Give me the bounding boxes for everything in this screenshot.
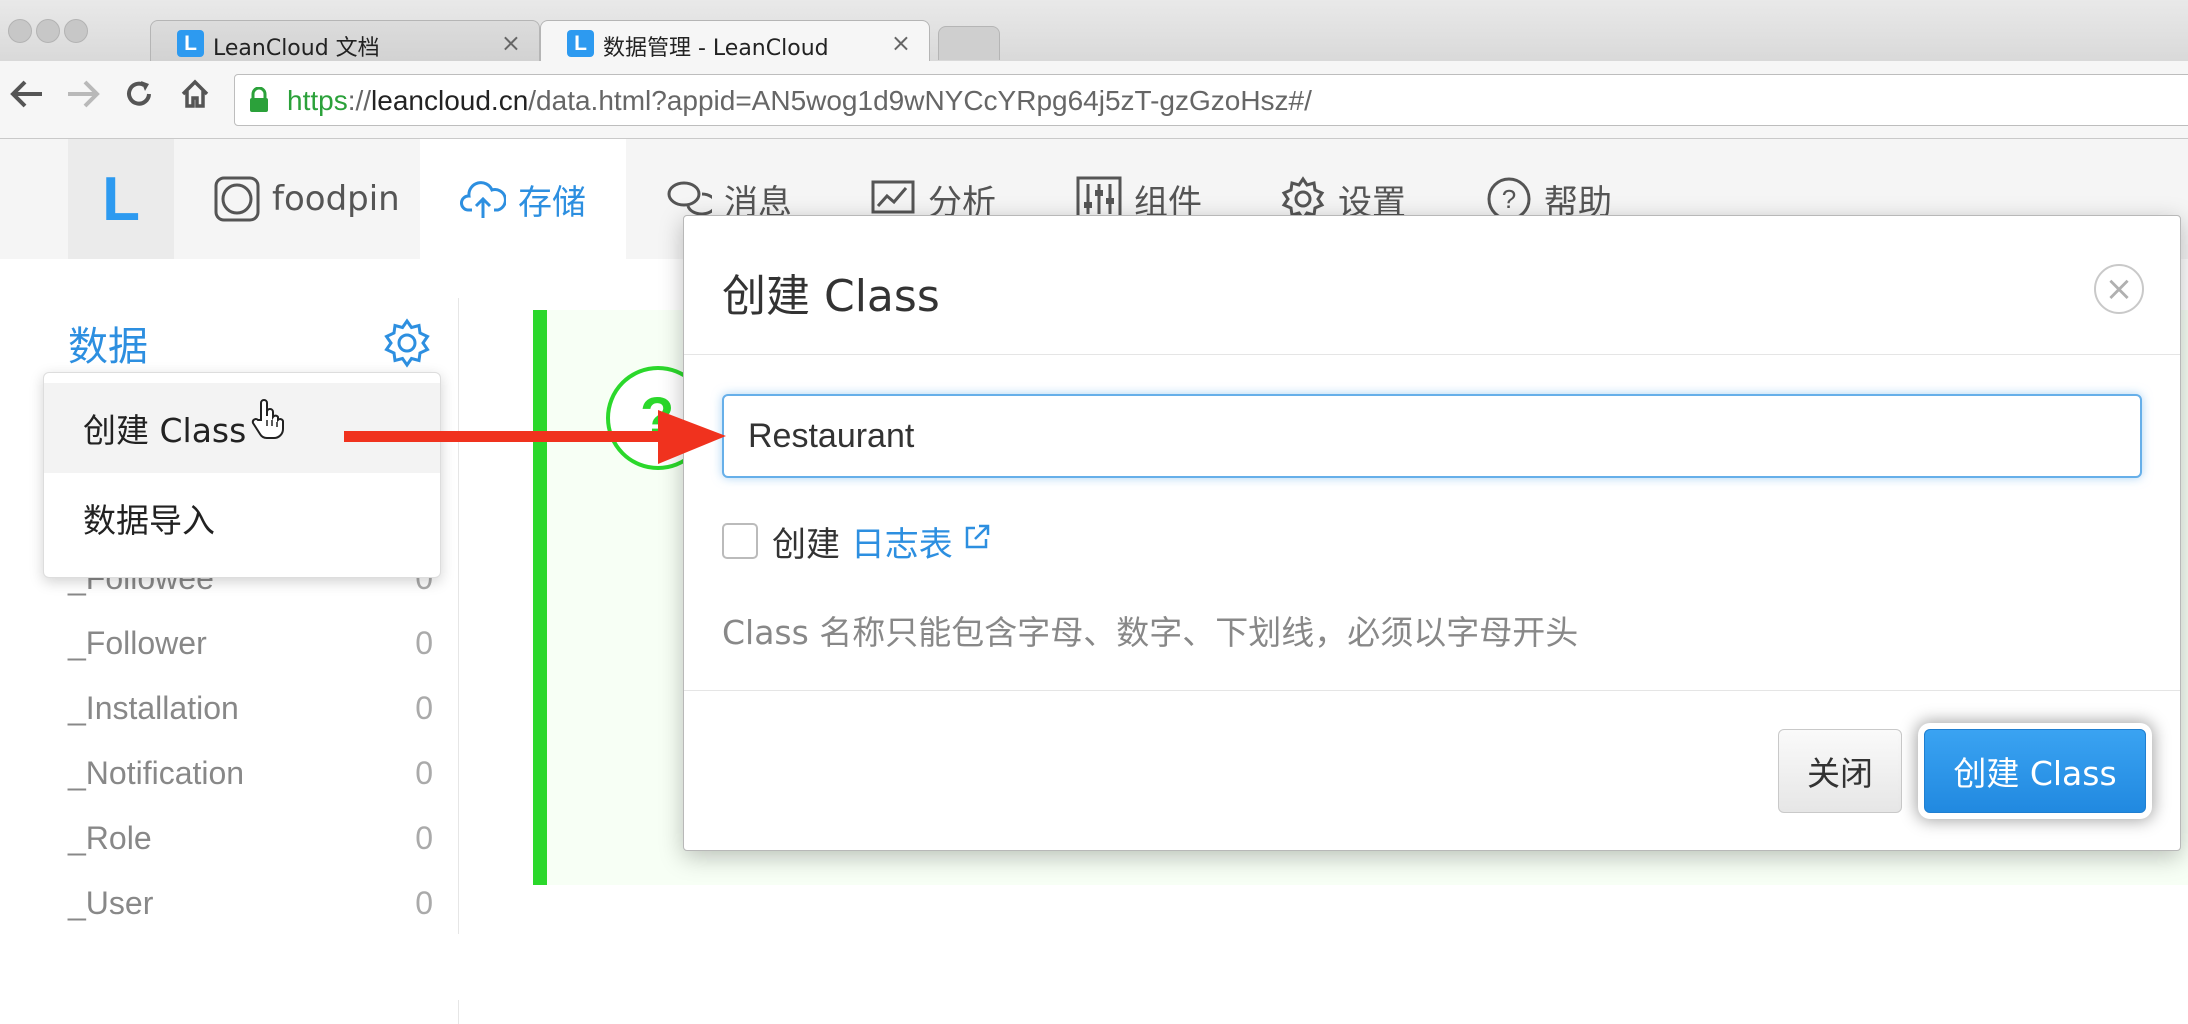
modal-footer-divider <box>684 690 2180 691</box>
reload-icon[interactable] <box>124 79 154 115</box>
class-count: 0 <box>415 755 433 791</box>
external-link-icon[interactable] <box>962 522 992 552</box>
nav-item-storage[interactable]: 存储 <box>420 139 626 259</box>
class-row[interactable]: _User 0 <box>68 885 433 922</box>
log-table-checkbox[interactable] <box>722 523 758 559</box>
url-separator: :// <box>347 85 372 116</box>
tab-close-icon[interactable]: × <box>891 29 911 57</box>
cloud-upload-icon <box>460 181 506 218</box>
class-count: 0 <box>415 625 433 661</box>
modal-header-divider <box>684 354 2180 355</box>
new-tab-button[interactable] <box>938 26 1000 60</box>
class-count: 0 <box>415 820 433 856</box>
address-bar[interactable]: https://leancloud.cn/data.html?appid=AN5… <box>234 74 2188 126</box>
browser-tab-docs[interactable]: L LeanCloud 文档 × <box>150 20 540 62</box>
window-minimize-dot[interactable] <box>36 19 60 43</box>
svg-text:?: ? <box>1502 184 1516 214</box>
home-icon[interactable] <box>180 79 210 115</box>
sidebar-divider <box>458 298 459 934</box>
modal-title: 创建 Class <box>722 271 940 322</box>
class-row[interactable]: _Role 0 <box>68 820 433 857</box>
nav-item-app[interactable]: foodpin <box>214 139 400 259</box>
log-table-label: 创建 日志表 <box>772 517 953 566</box>
forward-arrow-icon[interactable] <box>66 79 100 115</box>
lock-icon <box>250 87 268 112</box>
class-name: _Role <box>68 820 152 856</box>
tab-close-icon[interactable]: × <box>501 29 521 57</box>
class-name-hint: Class 名称只能包含字母、数字、下划线，必须以字母开头 <box>722 613 1579 652</box>
hand-cursor-icon <box>251 399 284 440</box>
tab-title: 数据管理 - LeanCloud <box>603 36 829 61</box>
class-name: _Installation <box>68 690 239 726</box>
app-icon <box>214 176 260 222</box>
create-class-button[interactable]: 创建 Class <box>1924 729 2146 813</box>
window-zoom-dot[interactable] <box>64 19 88 43</box>
create-class-modal: 创建 Class × 创建 日志表 Class 名称只能包含字母、数字、下划线，… <box>683 215 2181 851</box>
browser-tab-data[interactable]: L 数据管理 - LeanCloud × <box>540 20 930 62</box>
sidebar-title: 数据 <box>68 324 148 370</box>
class-name: _Follower <box>68 625 207 661</box>
class-name: _User <box>68 885 154 921</box>
window-close-dot[interactable] <box>8 19 32 43</box>
tab-title: LeanCloud 文档 <box>213 36 380 61</box>
log-table-link[interactable]: 日志表 <box>851 525 953 565</box>
class-name: _Notification <box>68 755 245 791</box>
sidebar-gear-icon[interactable] <box>382 318 432 368</box>
annotation-arrow-icon <box>344 410 726 464</box>
green-highlight-bar <box>533 310 547 885</box>
nav-label: foodpin <box>272 179 400 219</box>
sidebar-divider <box>458 1000 459 1024</box>
url-host: leancloud.cn <box>371 85 529 116</box>
modal-close-icon[interactable]: × <box>2094 264 2144 314</box>
close-button[interactable]: 关闭 <box>1778 729 1902 813</box>
sidebar-dropdown-menu: 创建 Class 数据导入 <box>43 372 441 578</box>
class-row[interactable]: _Follower 0 <box>68 625 433 662</box>
url-scheme: https <box>287 85 348 116</box>
log-table-prefix: 创建 <box>772 525 840 565</box>
class-row[interactable]: _Notification 0 <box>68 755 433 792</box>
leancloud-favicon-icon: L <box>567 30 594 57</box>
url-path: /data.html?appid=AN5wog1d9wNYCcYRpg64j5z… <box>528 85 1312 116</box>
browser-toolbar: https://leancloud.cn/data.html?appid=AN5… <box>0 61 2188 139</box>
nav-label: 存储 <box>518 182 586 223</box>
browser-tabstrip: L LeanCloud 文档 × L 数据管理 - LeanCloud × <box>0 0 2188 62</box>
class-count: 0 <box>415 885 433 921</box>
url-text: https://leancloud.cn/data.html?appid=AN5… <box>287 85 1312 117</box>
back-arrow-icon[interactable] <box>10 79 44 115</box>
class-row[interactable]: _Installation 0 <box>68 690 433 727</box>
class-count: 0 <box>415 690 433 726</box>
leancloud-logo[interactable]: L <box>68 139 174 259</box>
menu-item-data-import[interactable]: 数据导入 <box>44 473 440 563</box>
class-name-input[interactable] <box>722 394 2142 478</box>
leancloud-favicon-icon: L <box>177 30 204 57</box>
